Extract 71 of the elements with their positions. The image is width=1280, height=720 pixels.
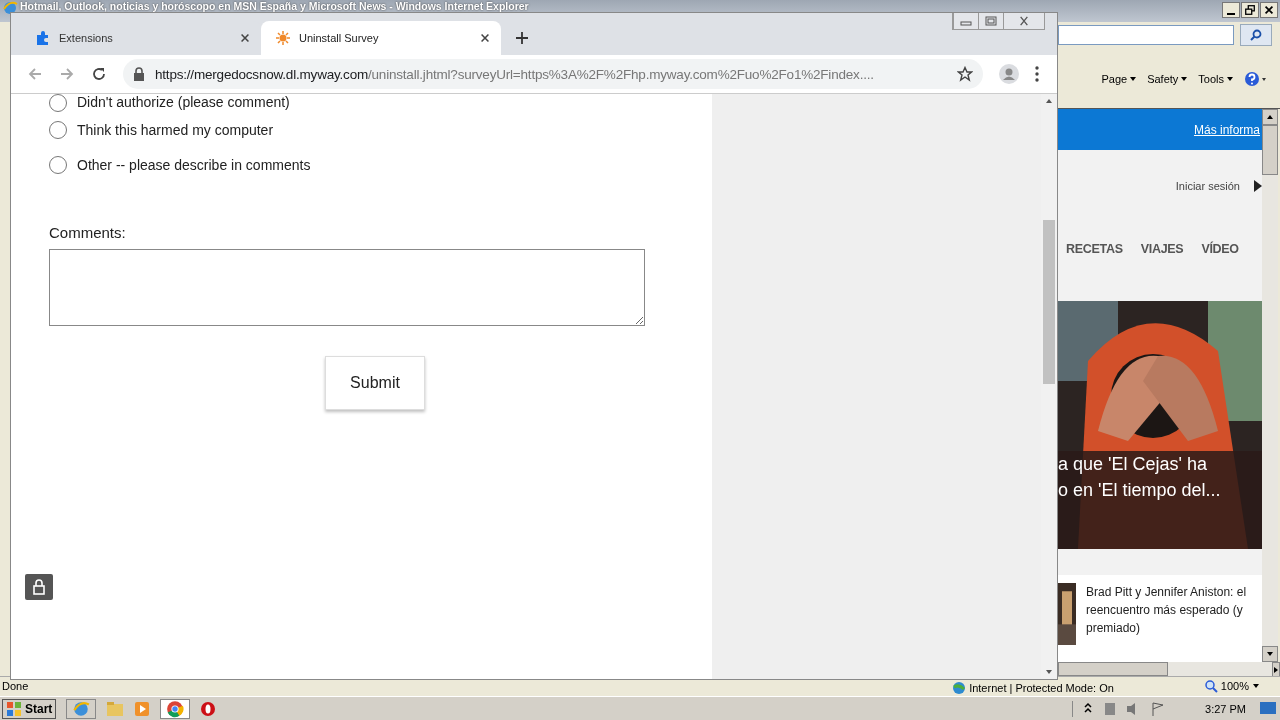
media-player-icon[interactable] [134,701,151,717]
restore-button[interactable] [1241,2,1259,18]
bookmark-star-icon[interactable] [957,66,973,82]
scrollbar[interactable] [1041,94,1057,679]
submit-button[interactable]: Submit [325,356,425,410]
caret-icon [1226,76,1234,82]
desktop-icon[interactable] [1260,702,1276,716]
caret-icon [1252,683,1260,689]
lock-button[interactable] [25,574,53,600]
scroll-up-icon[interactable] [1266,114,1274,120]
more-info-link[interactable]: Más informa [1193,122,1260,137]
status-text: Done [2,680,29,692]
comments-field[interactable] [49,249,645,326]
scroll-up-icon[interactable] [1045,98,1053,104]
forward-icon[interactable] [59,66,75,82]
zoom-icon [1203,679,1218,693]
lock-icon [133,67,145,81]
horizontal-scrollbar[interactable] [1058,662,1280,676]
taskbar-button[interactable] [160,699,191,719]
restore-icon [1243,4,1257,16]
option-label: Other -- please describe in comments [77,156,311,173]
minimize-icon [1227,12,1235,15]
scroll-right-icon[interactable] [1273,666,1279,674]
help-icon[interactable] [1244,71,1268,87]
close-button[interactable] [1260,2,1278,18]
nav-link[interactable]: VIAJES [1140,242,1184,257]
globe-icon [952,681,967,695]
nav-link[interactable]: RECETAS [1066,242,1123,257]
security-zone: Internet | Protected Mode: On [952,677,1114,695]
taskbar-button[interactable] [66,699,97,719]
comments-label: Comments: [49,224,127,241]
browser-icon [166,700,185,718]
nav-link[interactable]: VÍDEO [1201,242,1239,257]
lock-icon [32,579,46,595]
close-icon [1262,4,1276,16]
search-icon [1250,29,1262,41]
window-title: Hotmail, Outlook, noticias y horóscopo en MSN España y Microsoft News - Windows Internet Explorer [20,0,529,12]
reload-icon[interactable] [91,66,107,82]
sign-in-link[interactable]: Iniciar sesión [1175,180,1240,193]
start-button[interactable]: Start [2,699,57,719]
toolbar-menu[interactable]: Tools [1198,73,1234,85]
caret-icon [1129,76,1138,82]
clock: 3:27 PM [1205,703,1246,715]
back-icon[interactable] [27,66,43,82]
address-bar[interactable]: https://mergedocsnow.dl.myway.com/uninstall.jhtml?surveyUrl=https%3A%2F%2Fhp.myway.com%2Fuo%2Fo1%2Findex.... [123,59,983,89]
toolbar-menu[interactable]: Safety [1147,73,1189,85]
new-tab-icon[interactable] [515,31,529,45]
menu-icon[interactable] [1035,66,1039,82]
scroll-thumb[interactable] [1262,125,1278,175]
search-field[interactable] [1058,25,1234,45]
globe-e-icon [72,700,91,718]
scroll-down-icon[interactable] [1266,651,1274,657]
close-tab-icon[interactable] [479,32,491,44]
puzzle-icon [35,30,51,46]
windows-logo-icon [6,701,22,717]
profile-icon[interactable] [999,64,1019,84]
caret-icon [1180,76,1189,82]
sun-icon [275,30,291,46]
option-label: Didn't authorize (please comment) [77,94,290,110]
browser-tab[interactable]: Uninstall Survey [261,21,501,55]
toolbar-menu[interactable]: Page [1101,73,1138,85]
opera-icon[interactable] [200,701,217,717]
zoom-level[interactable]: 100% [1203,679,1260,693]
restore-icon [985,16,997,26]
scroll-thumb[interactable] [1043,220,1055,384]
close-icon [1018,16,1030,26]
search-button[interactable] [1240,24,1272,46]
close-tab-icon[interactable] [239,32,251,44]
scrollbar[interactable] [1262,109,1278,662]
minimize-button[interactable] [1222,2,1240,18]
option-label: Think this harmed my computer [77,121,274,138]
